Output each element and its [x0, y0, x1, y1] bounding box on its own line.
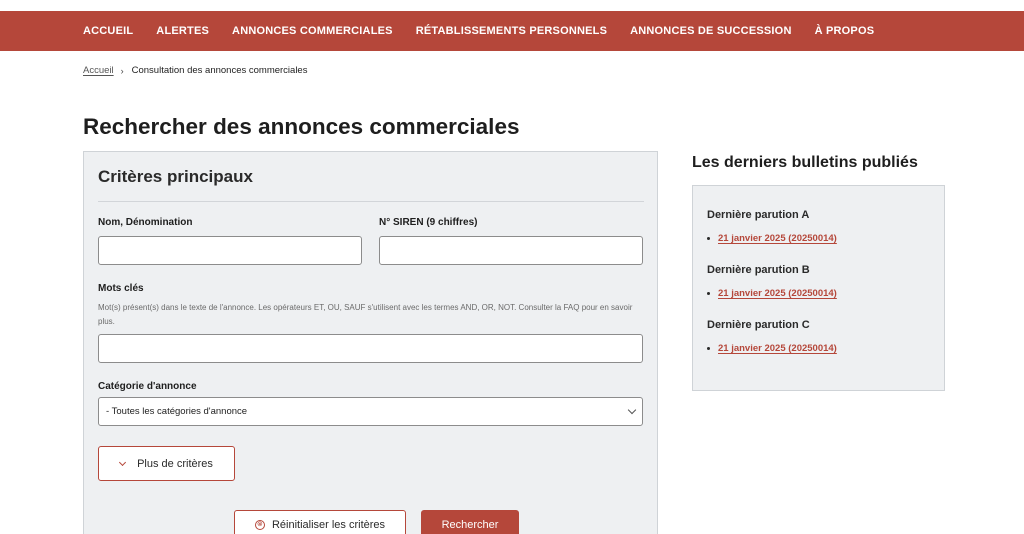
reset-criteria-label: Réinitialiser les critères — [271, 519, 386, 531]
close-circle-icon: ⊗ — [254, 520, 265, 530]
bullet-icon — [707, 292, 710, 295]
keywords-label: Mots clés — [98, 283, 144, 294]
chevron-down-icon — [627, 405, 637, 415]
bullet-icon — [707, 347, 710, 350]
keywords-hint: Mot(s) présent(s) dans le texte de l'ann… — [98, 303, 633, 326]
breadcrumb-home-link[interactable]: Accueil — [83, 65, 114, 76]
bulletin-link[interactable]: 21 janvier 2025 (20250014) — [707, 343, 837, 354]
bulletin-link-text[interactable]: 21 janvier 2025 (20250014) — [718, 343, 837, 354]
reset-criteria-button[interactable]: ⊗ Réinitialiser les critères — [234, 510, 406, 534]
name-label: Nom, Dénomination — [98, 217, 193, 228]
bulletin-title: Dernière parution C — [707, 319, 810, 331]
category-selected-value: - Toutes les catégories d'annonce — [106, 406, 248, 417]
search-button[interactable]: Rechercher — [421, 510, 519, 534]
page-title: Rechercher des annonces commerciales — [83, 114, 520, 139]
latest-bulletins-panel: Dernière parution A 21 janvier 2025 (202… — [692, 185, 945, 391]
category-select[interactable]: - Toutes les catégories d'annonce — [98, 397, 643, 426]
chevron-right-icon: › — [120, 65, 124, 76]
search-form-panel: Critères principaux Nom, Dénomination N°… — [83, 151, 658, 534]
breadcrumb-current: Consultation des annonces commerciales — [131, 65, 308, 76]
bulletin-link[interactable]: 21 janvier 2025 (20250014) — [707, 233, 837, 244]
nav-item-annonces-de-succession[interactable]: ANNONCES DE SUCCESSION — [630, 25, 791, 37]
siren-label: N° SIREN (9 chiffres) — [379, 217, 478, 228]
search-button-label: Rechercher — [441, 519, 499, 531]
category-label: Catégorie d'annonce — [98, 381, 197, 392]
form-title: Critères principaux — [98, 167, 253, 186]
siren-input[interactable] — [379, 236, 643, 265]
bullet-icon — [707, 237, 710, 240]
latest-bulletins-title: Les derniers bulletins publiés — [692, 154, 918, 171]
nav-item-retablissements-personnels[interactable]: RÉTABLISSEMENTS PERSONNELS — [416, 25, 607, 37]
nav-item-annonces-commerciales[interactable]: ANNONCES COMMERCIALES — [232, 25, 393, 37]
main-navbar: ACCUEIL ALERTES ANNONCES COMMERCIALES RÉ… — [0, 11, 1024, 51]
name-input[interactable] — [98, 236, 362, 265]
chevron-down-icon — [119, 458, 127, 466]
bulletin-link-text[interactable]: 21 janvier 2025 (20250014) — [718, 233, 837, 244]
keywords-input[interactable] — [98, 334, 643, 363]
breadcrumb: Accueil › Consultation des annonces comm… — [83, 65, 307, 76]
bulletin-link-text[interactable]: 21 janvier 2025 (20250014) — [718, 288, 837, 299]
bulletin-title: Dernière parution A — [707, 209, 810, 221]
more-criteria-button[interactable]: Plus de critères — [98, 446, 235, 481]
nav-item-accueil[interactable]: ACCUEIL — [83, 25, 133, 37]
form-divider — [98, 201, 644, 202]
nav-item-a-propos[interactable]: À PROPOS — [815, 25, 875, 37]
bulletin-title: Dernière parution B — [707, 264, 810, 276]
bulletin-link[interactable]: 21 janvier 2025 (20250014) — [707, 288, 837, 299]
more-criteria-label: Plus de critères — [137, 457, 213, 470]
nav-item-alertes[interactable]: ALERTES — [156, 25, 209, 37]
